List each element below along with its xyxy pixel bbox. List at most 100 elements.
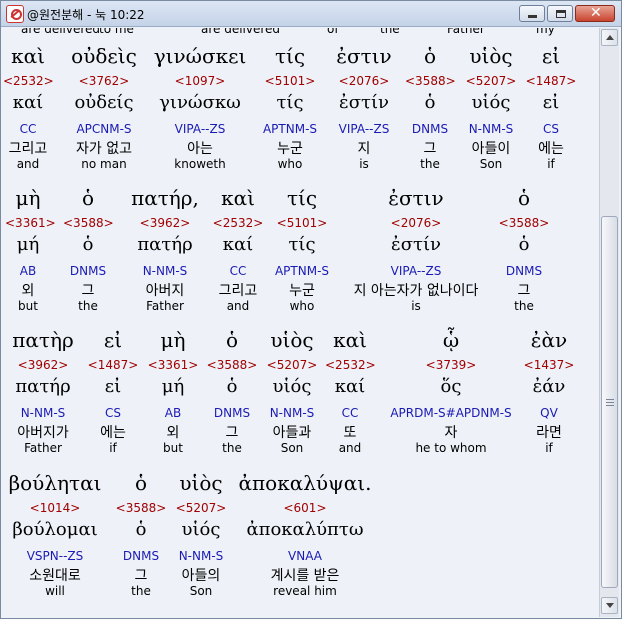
english-gloss: if xyxy=(547,157,555,171)
partial-gloss: my xyxy=(536,28,555,36)
lexical-form: πατήρ xyxy=(137,234,193,255)
greek-word: καὶ xyxy=(11,44,45,68)
korean-gloss: 아는 xyxy=(187,141,213,157)
lexical-form: βούλομαι xyxy=(12,519,98,540)
partial-gloss: the xyxy=(380,28,400,36)
parsing-code: DNMS xyxy=(505,264,543,278)
english-gloss: will xyxy=(45,584,65,598)
partial-gloss: to me xyxy=(99,28,134,36)
lexical-form: εἰ xyxy=(104,376,122,397)
strongs-number: <3361> xyxy=(147,358,199,372)
english-gloss: but xyxy=(163,441,183,455)
korean-gloss: 그 xyxy=(225,425,239,441)
lexical-form: υἱός xyxy=(181,519,221,540)
english-gloss: the xyxy=(131,584,151,598)
lexical-form: ἀποκαλύπτω xyxy=(246,519,364,540)
greek-word: πατὴρ xyxy=(12,328,74,352)
close-button[interactable]: ✕ xyxy=(575,5,615,22)
strongs-number: <601> xyxy=(283,501,327,515)
korean-gloss: 외 xyxy=(166,425,180,441)
korean-gloss: 외 xyxy=(21,283,35,299)
parsing-code: CS xyxy=(543,122,559,136)
korean-gloss: 계시를 받은 xyxy=(270,568,340,584)
scroll-up-button[interactable] xyxy=(601,29,618,46)
english-gloss: he to whom xyxy=(415,441,487,455)
greek-word: ἐστιν xyxy=(388,186,444,210)
lexical-form: καί xyxy=(222,234,254,255)
strongs-number: <1487> xyxy=(525,74,577,88)
lexical-form: υἱός xyxy=(471,92,511,113)
parsing-code: N-NM-S xyxy=(269,406,315,420)
arrow-up-icon xyxy=(606,35,614,40)
parsing-code: CC xyxy=(229,264,247,278)
english-gloss: but xyxy=(18,299,38,313)
korean-gloss: 그 xyxy=(134,568,148,584)
parsing-code: VIPA--ZS xyxy=(174,122,226,136)
strongs-number: <3588> xyxy=(405,74,456,88)
lexical-form: καί xyxy=(12,92,44,113)
parsing-code: APRDM-S#APDNM-S xyxy=(390,406,512,420)
greek-word: ἀποκαλύψαι. xyxy=(238,471,372,495)
parsing-code: DNMS xyxy=(213,406,251,420)
lexical-form: καί xyxy=(334,376,366,397)
greek-word: γινώσκει xyxy=(153,44,247,68)
english-gloss: knoweth xyxy=(174,157,226,171)
korean-gloss: 아들과 xyxy=(272,425,312,441)
lexical-form: τίς xyxy=(288,234,316,255)
korean-gloss: 지 아는자가 없나이다 xyxy=(353,283,479,299)
korean-gloss: 그리고 xyxy=(218,283,258,299)
parsing-code: VSPN--ZS xyxy=(26,549,84,563)
greek-word: πατήρ, xyxy=(131,186,199,210)
strongs-number: <1014> xyxy=(29,501,81,515)
strongs-number: <2532> xyxy=(212,216,264,230)
strongs-number: <5101> xyxy=(276,216,328,230)
arrow-down-icon xyxy=(606,603,614,608)
strongs-number: <2076> xyxy=(390,216,442,230)
korean-gloss: 자 xyxy=(444,425,458,441)
parsing-code: AB xyxy=(164,406,182,420)
english-gloss: Son xyxy=(189,584,213,598)
greek-word: μὴ xyxy=(15,186,41,210)
parsing-code: CC xyxy=(19,122,37,136)
korean-gloss: 그 xyxy=(423,141,437,157)
lexical-form: εἰ xyxy=(542,92,560,113)
title-bar[interactable]: @원전분해 - 눅 10:22 ✕ xyxy=(1,1,621,27)
english-gloss: Father xyxy=(24,441,62,455)
strongs-number: <5101> xyxy=(264,74,316,88)
app-logo-icon[interactable] xyxy=(6,5,24,23)
vertical-scrollbar[interactable] xyxy=(599,28,619,617)
lexical-form: ἐστίν xyxy=(339,92,389,113)
scroll-thumb[interactable] xyxy=(601,216,618,588)
greek-word: οὐδεὶς xyxy=(71,44,137,68)
greek-word: ἐστιν xyxy=(336,44,392,68)
english-gloss: is xyxy=(411,299,421,313)
greek-word: υἱὸς xyxy=(179,471,223,495)
close-icon: ✕ xyxy=(590,5,602,21)
minimize-button[interactable] xyxy=(519,5,545,22)
greek-word: ὁ xyxy=(225,328,239,352)
english-gloss: who xyxy=(277,157,303,171)
strongs-number: <3588> xyxy=(206,358,258,372)
greek-word: τίς xyxy=(274,44,306,68)
english-gloss: if xyxy=(109,441,117,455)
korean-gloss: 에는 xyxy=(100,425,126,441)
minimize-icon xyxy=(528,15,537,18)
scroll-down-button[interactable] xyxy=(601,597,618,614)
korean-gloss: 그리고 xyxy=(8,141,48,157)
korean-gloss: 누군 xyxy=(277,141,303,157)
strongs-number: <3588> xyxy=(115,501,167,515)
greek-word: μὴ xyxy=(160,328,186,352)
parsing-code: DNMS xyxy=(122,549,160,563)
lexical-form: ὁ xyxy=(424,92,436,113)
strongs-number: <5207> xyxy=(266,358,318,372)
maximize-icon xyxy=(556,10,566,18)
english-gloss: the xyxy=(222,441,242,455)
lexical-form: γινώσκω xyxy=(159,92,241,113)
english-gloss: the xyxy=(78,299,98,313)
korean-gloss: 그 xyxy=(81,283,95,299)
english-gloss: Father xyxy=(146,299,184,313)
maximize-button[interactable] xyxy=(547,5,573,22)
parsing-code: APCNM-S xyxy=(76,122,132,136)
strongs-number: <3361> xyxy=(5,216,56,230)
parsing-code: DNMS xyxy=(69,264,107,278)
